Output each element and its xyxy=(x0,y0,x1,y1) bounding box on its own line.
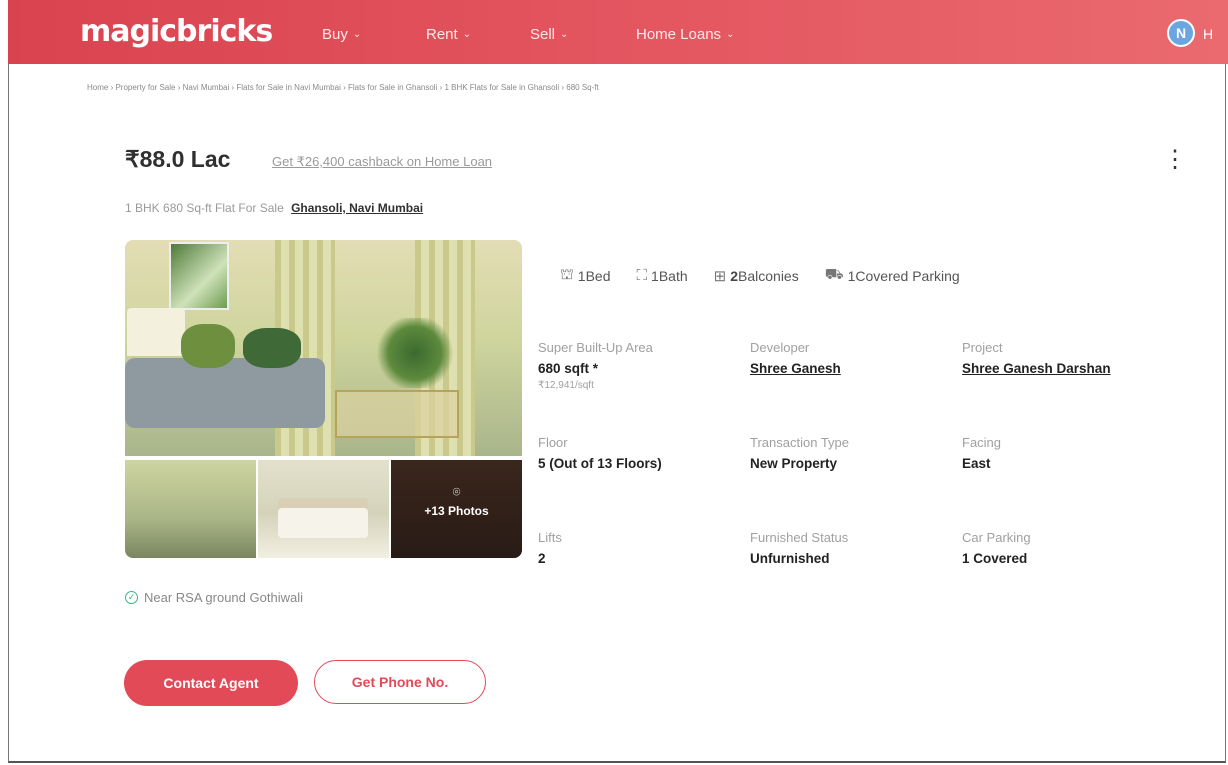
feature-bath-value: 1 xyxy=(651,267,659,284)
menu-buy[interactable]: Buy ⌄ xyxy=(322,26,426,43)
balcony-icon: ⊞ xyxy=(713,267,727,285)
listing-type: 1 BHK 680 Sq-ft Flat For Sale xyxy=(125,201,284,215)
chevron-down-icon: ⌄ xyxy=(560,29,569,40)
main-menu: Buy ⌄ Rent ⌄ Sell ⌄ Home Loans ⌄ xyxy=(322,26,734,43)
pillow-decor xyxy=(243,328,301,368)
get-phone-button[interactable]: Get Phone No. xyxy=(314,660,486,704)
user-name-truncated[interactable]: H xyxy=(1203,26,1213,42)
lamp-decor xyxy=(127,308,185,356)
menu-home-loans-label: Home Loans xyxy=(636,26,722,43)
detail-value: 680 sqft * xyxy=(538,361,750,376)
feature-bath-label: Bath xyxy=(658,267,688,284)
detail-car-parking: Car Parking 1 Covered xyxy=(962,530,1160,600)
detail-value: 2 xyxy=(538,551,546,566)
detail-transaction: Transaction Type New Property xyxy=(750,435,962,505)
key-features: ⛫ 1 Bed ⛶ 1 Bath ⊞ 2 Balconies ⛟ 1 Cover… xyxy=(560,266,986,285)
detail-facing: Facing East xyxy=(962,435,1160,505)
bed-decor xyxy=(278,508,368,538)
feature-parking-label: Covered Parking xyxy=(855,267,960,284)
feature-parking-value: 1 xyxy=(847,267,856,284)
cashback-link[interactable]: Get ₹26,400 cashback on Home Loan xyxy=(272,154,492,170)
detail-value: East xyxy=(962,456,991,471)
feature-balconies-value: 2 xyxy=(730,267,739,284)
user-avatar[interactable]: N xyxy=(1167,19,1195,47)
thumbnail-strip: ⌾ +13 Photos xyxy=(125,460,522,558)
painting-decor xyxy=(169,242,229,310)
more-options-icon[interactable]: ⋮ xyxy=(1163,148,1187,172)
feature-balconies-label: Balconies xyxy=(738,267,799,284)
contact-agent-button[interactable]: Contact Agent xyxy=(124,660,298,706)
magicbricks-logo[interactable]: magicbricks xyxy=(80,14,273,49)
detail-value: 1 Covered xyxy=(962,551,1028,566)
table-decor xyxy=(335,390,459,438)
landmark-text: Near RSA ground Gothiwali xyxy=(144,590,303,605)
menu-sell[interactable]: Sell ⌄ xyxy=(530,26,636,43)
area-info-marker[interactable]: * xyxy=(593,361,598,376)
detail-label: Super Built-Up Area xyxy=(538,340,653,355)
plant-decor xyxy=(375,318,455,388)
bed-icon: ⛫ xyxy=(560,266,574,283)
parking-icon: ⛟ xyxy=(824,266,844,283)
detail-label: Developer xyxy=(750,340,810,355)
detail-value: Unfurnished xyxy=(750,551,830,566)
feature-balconies: ⊞ 2 Balconies xyxy=(714,267,799,285)
detail-floor: Floor 5 (Out of 13 Floors) xyxy=(538,435,750,505)
detail-label: Facing xyxy=(962,435,1002,450)
area-value: 680 sqft xyxy=(538,361,590,376)
detail-label: Transaction Type xyxy=(750,435,849,450)
menu-sell-label: Sell xyxy=(530,26,556,43)
listing-price: ₹88.0 Lac xyxy=(125,146,231,172)
menu-rent[interactable]: Rent ⌄ xyxy=(426,26,530,43)
listing-subtitle: 1 BHK 680 Sq-ft Flat For Sale Ghansoli, … xyxy=(125,201,423,215)
feature-bath: ⛶ 1 Bath xyxy=(637,267,688,284)
detail-label: Project xyxy=(962,340,1003,355)
detail-developer: Developer Shree Ganesh xyxy=(750,340,962,410)
chevron-down-icon: ⌄ xyxy=(726,29,735,40)
photo-gallery: ⌾ +13 Photos xyxy=(125,240,522,558)
property-details: Super Built-Up Area 680 sqft * ₹12,941/s… xyxy=(538,340,1160,600)
thumbnail-bedroom[interactable] xyxy=(258,460,389,558)
menu-home-loans[interactable]: Home Loans ⌄ xyxy=(636,26,734,43)
chevron-down-icon: ⌄ xyxy=(352,29,362,40)
feature-bed-label: Bed xyxy=(585,267,611,284)
sofa-decor xyxy=(125,358,325,428)
check-circle-icon: ✓ xyxy=(125,591,138,604)
camera-icon: ⌾ xyxy=(452,484,461,499)
feature-bed-value: 1 xyxy=(577,267,586,284)
landmark: ✓ Near RSA ground Gothiwali xyxy=(125,590,303,605)
pillow-decor xyxy=(181,324,235,368)
feature-bed: ⛫ 1 Bed xyxy=(560,266,611,285)
developer-link[interactable]: Shree Ganesh xyxy=(750,361,962,376)
breadcrumb[interactable]: Home › Property for Sale › Navi Mumbai ›… xyxy=(87,83,599,92)
thumbnail-more-photos[interactable]: ⌾ +13 Photos xyxy=(391,460,522,558)
location-link[interactable]: Ghansoli, Navi Mumbai xyxy=(291,201,423,215)
thumbnail-living-room[interactable] xyxy=(125,460,256,558)
detail-area: Super Built-Up Area 680 sqft * ₹12,941/s… xyxy=(538,340,750,410)
detail-label: Lifts xyxy=(538,530,562,545)
detail-value: 5 (Out of 13 Floors) xyxy=(538,456,662,471)
chevron-down-icon: ⌄ xyxy=(462,29,472,40)
feature-parking: ⛟ 1 Covered Parking xyxy=(825,266,960,285)
detail-furnished: Furnished Status Unfurnished xyxy=(750,530,962,600)
more-photos-label: +13 Photos xyxy=(424,504,489,518)
detail-project: Project Shree Ganesh Darshan xyxy=(962,340,1160,410)
detail-label: Car Parking xyxy=(962,530,1031,545)
main-photo[interactable] xyxy=(125,240,522,456)
price-per-sqft: ₹12,941/sqft xyxy=(538,380,594,391)
menu-rent-label: Rent xyxy=(426,26,458,43)
detail-value: New Property xyxy=(750,456,838,471)
project-link[interactable]: Shree Ganesh Darshan xyxy=(962,361,1160,376)
bath-icon: ⛶ xyxy=(636,267,648,284)
menu-buy-label: Buy xyxy=(322,26,348,43)
detail-label: Floor xyxy=(538,435,568,450)
detail-lifts: Lifts 2 xyxy=(538,530,750,600)
detail-label: Furnished Status xyxy=(750,530,849,545)
